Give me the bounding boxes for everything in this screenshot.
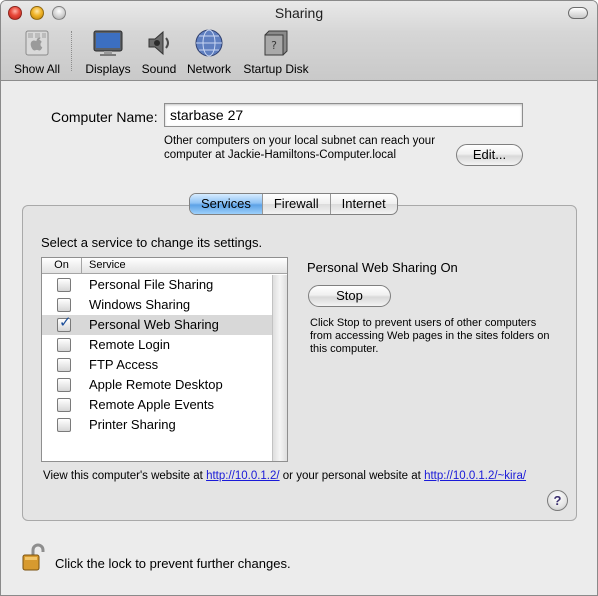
tab-services[interactable]: Services: [190, 194, 263, 214]
website-note: View this computer's website at http://1…: [43, 470, 533, 483]
column-header-on[interactable]: On: [42, 258, 82, 274]
computer-name-note: Other computers on your local subnet can…: [164, 135, 436, 161]
services-rows: Personal File Sharing Windows Sharing ✓ …: [42, 275, 272, 435]
service-row-remote-apple-events[interactable]: Remote Apple Events: [42, 395, 272, 415]
service-row-printer-sharing[interactable]: Printer Sharing: [42, 415, 272, 435]
toolbar-toggle-button[interactable]: [568, 7, 588, 19]
website-note-middle: or your personal website at: [279, 470, 425, 482]
window-title: Sharing: [274, 5, 324, 21]
toolbar-sound[interactable]: Sound: [141, 27, 177, 76]
service-name: Printer Sharing: [89, 417, 176, 432]
services-prompt: Select a service to change its settings.: [41, 235, 263, 250]
computer-name-input[interactable]: [164, 103, 523, 127]
tab-internet[interactable]: Internet: [331, 194, 397, 214]
service-name: Personal Web Sharing: [89, 317, 219, 332]
toolbar-network[interactable]: Network: [185, 27, 233, 76]
tab-bar: Services Firewall Internet: [189, 193, 398, 215]
service-checkbox[interactable]: [57, 298, 71, 312]
window-chrome: Sharing Show All Displays Sound Network …: [1, 1, 597, 81]
service-checkbox[interactable]: [57, 278, 71, 292]
stop-button[interactable]: Stop: [308, 285, 391, 307]
toolbar-label-startup-disk: Startup Disk: [243, 62, 309, 76]
service-checkbox[interactable]: [57, 338, 71, 352]
website-note-prefix: View this computer's website at: [43, 470, 207, 482]
svg-text:?: ?: [271, 39, 277, 52]
service-name: Apple Remote Desktop: [89, 377, 223, 392]
service-checkbox[interactable]: [57, 398, 71, 412]
lock-message: Click the lock to prevent further change…: [55, 556, 291, 571]
toolbar-separator: [71, 31, 72, 71]
service-name: Remote Login: [89, 337, 170, 352]
service-checkbox[interactable]: [57, 358, 71, 372]
service-checkbox[interactable]: [57, 378, 71, 392]
service-name: Personal File Sharing: [89, 277, 214, 292]
services-list-header: On Service: [42, 258, 287, 274]
toolbar-displays[interactable]: Displays: [83, 27, 133, 76]
services-scrollbar[interactable]: [272, 275, 287, 461]
service-status: Personal Web Sharing On: [307, 260, 458, 275]
service-row-personal-file-sharing[interactable]: Personal File Sharing: [42, 275, 272, 295]
services-list: On Service Personal File Sharing Windows…: [41, 257, 288, 462]
toolbar-startup-disk[interactable]: ? Startup Disk: [241, 27, 311, 76]
service-row-remote-login[interactable]: Remote Login: [42, 335, 272, 355]
computer-name-label: Computer Name:: [51, 109, 158, 125]
service-row-personal-web-sharing[interactable]: ✓ Personal Web Sharing: [42, 315, 272, 335]
service-name: Windows Sharing: [89, 297, 191, 312]
toolbar-label-displays: Displays: [85, 62, 131, 76]
service-name: FTP Access: [89, 357, 159, 372]
service-row-apple-remote-desktop[interactable]: Apple Remote Desktop: [42, 375, 272, 395]
service-row-ftp-access[interactable]: FTP Access: [42, 355, 272, 375]
service-name: Remote Apple Events: [89, 397, 215, 412]
speaker-icon: [148, 30, 169, 56]
toolbar-label-sound: Sound: [141, 62, 177, 76]
toolbar-label-network: Network: [186, 62, 231, 76]
tab-firewall[interactable]: Firewall: [263, 194, 331, 214]
sharing-pane: Computer Name: Other computers on your l…: [1, 82, 597, 595]
checkmark-icon: ✓: [59, 314, 72, 331]
column-header-service[interactable]: Service: [89, 258, 126, 273]
help-button[interactable]: ?: [547, 490, 568, 511]
toolbar: Show All Displays Sound Network ? Startu…: [1, 25, 597, 81]
service-checkbox[interactable]: [57, 418, 71, 432]
hard-disk-icon: ?: [264, 30, 288, 56]
service-checkbox-checked[interactable]: ✓: [57, 314, 72, 332]
lock-icon[interactable]: [21, 542, 47, 572]
toolbar-show-all[interactable]: Show All: [11, 27, 63, 76]
display-icon: [93, 30, 123, 56]
globe-icon: [195, 29, 223, 57]
service-description: Click Stop to prevent users of other com…: [310, 317, 550, 355]
personal-website-link[interactable]: http://10.0.1.2/~kira/: [424, 470, 526, 482]
computer-website-link[interactable]: http://10.0.1.2/: [206, 470, 280, 482]
title-bar[interactable]: Sharing: [1, 1, 597, 25]
service-row-windows-sharing[interactable]: Windows Sharing: [42, 295, 272, 315]
toolbar-label-show-all: Show All: [13, 62, 61, 76]
edit-button[interactable]: Edit...: [456, 144, 523, 166]
sharing-window: Sharing Show All Displays Sound Network …: [0, 0, 598, 596]
apple-grid-icon: [25, 30, 49, 56]
